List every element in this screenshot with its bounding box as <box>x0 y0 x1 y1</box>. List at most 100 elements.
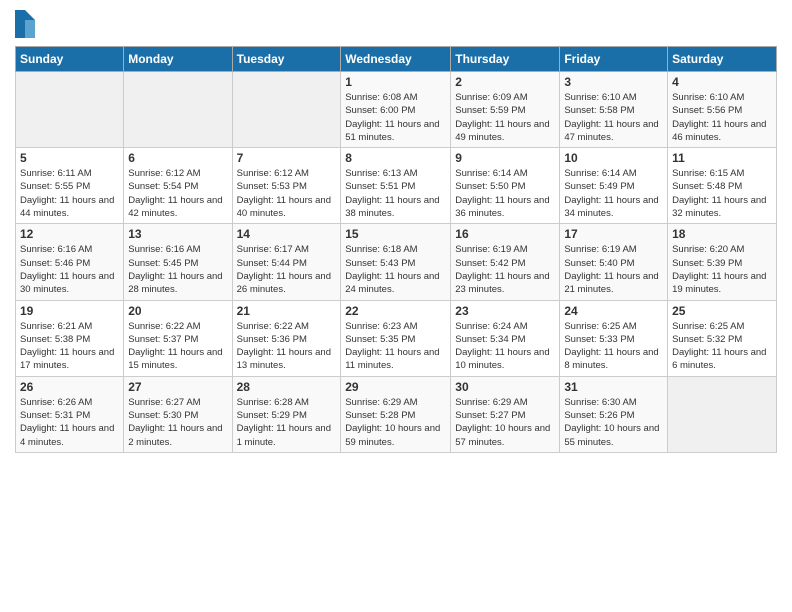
day-info: Sunrise: 6:29 AM Sunset: 5:27 PM Dayligh… <box>455 396 555 449</box>
day-number: 7 <box>237 151 337 165</box>
calendar-cell <box>232 72 341 148</box>
calendar-header-friday: Friday <box>560 47 668 72</box>
calendar-cell: 8 Sunrise: 6:13 AM Sunset: 5:51 PM Daylig… <box>341 148 451 224</box>
day-info: Sunrise: 6:28 AM Sunset: 5:29 PM Dayligh… <box>237 396 337 449</box>
day-number: 31 <box>564 380 663 394</box>
day-info: Sunrise: 6:27 AM Sunset: 5:30 PM Dayligh… <box>128 396 227 449</box>
day-number: 20 <box>128 304 227 318</box>
day-number: 12 <box>20 227 119 241</box>
calendar-cell: 12 Sunrise: 6:16 AM Sunset: 5:46 PM Dayli… <box>16 224 124 300</box>
logo <box>15 10 38 38</box>
day-number: 6 <box>128 151 227 165</box>
day-info: Sunrise: 6:25 AM Sunset: 5:33 PM Dayligh… <box>564 320 663 373</box>
calendar-page: SundayMondayTuesdayWednesdayThursdayFrid… <box>0 0 792 612</box>
day-number: 29 <box>345 380 446 394</box>
day-number: 10 <box>564 151 663 165</box>
day-info: Sunrise: 6:11 AM Sunset: 5:55 PM Dayligh… <box>20 167 119 220</box>
day-number: 30 <box>455 380 555 394</box>
calendar-table: SundayMondayTuesdayWednesdayThursdayFrid… <box>15 46 777 453</box>
day-info: Sunrise: 6:20 AM Sunset: 5:39 PM Dayligh… <box>672 243 772 296</box>
calendar-cell: 27 Sunrise: 6:27 AM Sunset: 5:30 PM Dayli… <box>124 376 232 452</box>
day-info: Sunrise: 6:19 AM Sunset: 5:42 PM Dayligh… <box>455 243 555 296</box>
calendar-cell: 18Sunrise: 6:20 AM Sunset: 5:39 PM Dayli… <box>668 224 777 300</box>
day-info: Sunrise: 6:12 AM Sunset: 5:54 PM Dayligh… <box>128 167 227 220</box>
calendar-week-row: 12 Sunrise: 6:16 AM Sunset: 5:46 PM Dayli… <box>16 224 777 300</box>
calendar-week-row: 19Sunrise: 6:21 AM Sunset: 5:38 PM Dayli… <box>16 300 777 376</box>
calendar-cell: 20 Sunrise: 6:22 AM Sunset: 5:37 PM Dayli… <box>124 300 232 376</box>
day-number: 22 <box>345 304 446 318</box>
day-info: Sunrise: 6:10 AM Sunset: 5:56 PM Dayligh… <box>672 91 772 144</box>
day-number: 8 <box>345 151 446 165</box>
calendar-cell: 7 Sunrise: 6:12 AM Sunset: 5:53 PM Daylig… <box>232 148 341 224</box>
calendar-cell: 19Sunrise: 6:21 AM Sunset: 5:38 PM Dayli… <box>16 300 124 376</box>
day-info: Sunrise: 6:23 AM Sunset: 5:35 PM Dayligh… <box>345 320 446 373</box>
day-info: Sunrise: 6:18 AM Sunset: 5:43 PM Dayligh… <box>345 243 446 296</box>
day-number: 15 <box>345 227 446 241</box>
calendar-cell: 4 Sunrise: 6:10 AM Sunset: 5:56 PM Daylig… <box>668 72 777 148</box>
calendar-cell: 13 Sunrise: 6:16 AM Sunset: 5:45 PM Dayli… <box>124 224 232 300</box>
day-number: 4 <box>672 75 772 89</box>
logo-icon <box>15 10 35 38</box>
day-number: 24 <box>564 304 663 318</box>
calendar-week-row: 5 Sunrise: 6:11 AM Sunset: 5:55 PM Daylig… <box>16 148 777 224</box>
calendar-cell: 24 Sunrise: 6:25 AM Sunset: 5:33 PM Dayli… <box>560 300 668 376</box>
day-info: Sunrise: 6:12 AM Sunset: 5:53 PM Dayligh… <box>237 167 337 220</box>
day-number: 3 <box>564 75 663 89</box>
calendar-week-row: 1Sunrise: 6:08 AM Sunset: 6:00 PM Daylig… <box>16 72 777 148</box>
calendar-cell <box>668 376 777 452</box>
calendar-header-saturday: Saturday <box>668 47 777 72</box>
calendar-cell: 31 Sunrise: 6:30 AM Sunset: 5:26 PM Dayli… <box>560 376 668 452</box>
calendar-header-sunday: Sunday <box>16 47 124 72</box>
day-number: 17 <box>564 227 663 241</box>
day-info: Sunrise: 6:22 AM Sunset: 5:37 PM Dayligh… <box>128 320 227 373</box>
calendar-cell: 30 Sunrise: 6:29 AM Sunset: 5:27 PM Dayli… <box>451 376 560 452</box>
calendar-cell: 23 Sunrise: 6:24 AM Sunset: 5:34 PM Dayli… <box>451 300 560 376</box>
calendar-cell: 6 Sunrise: 6:12 AM Sunset: 5:54 PM Daylig… <box>124 148 232 224</box>
day-info: Sunrise: 6:13 AM Sunset: 5:51 PM Dayligh… <box>345 167 446 220</box>
calendar-cell: 9 Sunrise: 6:14 AM Sunset: 5:50 PM Daylig… <box>451 148 560 224</box>
calendar-header-thursday: Thursday <box>451 47 560 72</box>
day-info: Sunrise: 6:14 AM Sunset: 5:50 PM Dayligh… <box>455 167 555 220</box>
calendar-cell: 21 Sunrise: 6:22 AM Sunset: 5:36 PM Dayli… <box>232 300 341 376</box>
calendar-cell: 3 Sunrise: 6:10 AM Sunset: 5:58 PM Daylig… <box>560 72 668 148</box>
day-number: 16 <box>455 227 555 241</box>
calendar-header-row: SundayMondayTuesdayWednesdayThursdayFrid… <box>16 47 777 72</box>
calendar-cell <box>124 72 232 148</box>
day-info: Sunrise: 6:30 AM Sunset: 5:26 PM Dayligh… <box>564 396 663 449</box>
day-number: 9 <box>455 151 555 165</box>
calendar-cell: 17 Sunrise: 6:19 AM Sunset: 5:40 PM Dayli… <box>560 224 668 300</box>
day-info: Sunrise: 6:17 AM Sunset: 5:44 PM Dayligh… <box>237 243 337 296</box>
day-info: Sunrise: 6:22 AM Sunset: 5:36 PM Dayligh… <box>237 320 337 373</box>
calendar-cell: 22 Sunrise: 6:23 AM Sunset: 5:35 PM Dayli… <box>341 300 451 376</box>
calendar-cell <box>16 72 124 148</box>
calendar-cell: 11Sunrise: 6:15 AM Sunset: 5:48 PM Dayli… <box>668 148 777 224</box>
calendar-cell: 1Sunrise: 6:08 AM Sunset: 6:00 PM Daylig… <box>341 72 451 148</box>
day-number: 21 <box>237 304 337 318</box>
day-number: 25 <box>672 304 772 318</box>
calendar-header-wednesday: Wednesday <box>341 47 451 72</box>
day-info: Sunrise: 6:16 AM Sunset: 5:46 PM Dayligh… <box>20 243 119 296</box>
day-info: Sunrise: 6:24 AM Sunset: 5:34 PM Dayligh… <box>455 320 555 373</box>
day-number: 11 <box>672 151 772 165</box>
day-number: 28 <box>237 380 337 394</box>
day-info: Sunrise: 6:19 AM Sunset: 5:40 PM Dayligh… <box>564 243 663 296</box>
day-info: Sunrise: 6:26 AM Sunset: 5:31 PM Dayligh… <box>20 396 119 449</box>
day-info: Sunrise: 6:16 AM Sunset: 5:45 PM Dayligh… <box>128 243 227 296</box>
day-info: Sunrise: 6:29 AM Sunset: 5:28 PM Dayligh… <box>345 396 446 449</box>
day-number: 5 <box>20 151 119 165</box>
day-number: 26 <box>20 380 119 394</box>
calendar-week-row: 26 Sunrise: 6:26 AM Sunset: 5:31 PM Dayli… <box>16 376 777 452</box>
day-number: 27 <box>128 380 227 394</box>
calendar-header-monday: Monday <box>124 47 232 72</box>
day-number: 23 <box>455 304 555 318</box>
calendar-header-tuesday: Tuesday <box>232 47 341 72</box>
day-number: 13 <box>128 227 227 241</box>
day-number: 14 <box>237 227 337 241</box>
day-number: 1 <box>345 75 446 89</box>
calendar-cell: 14 Sunrise: 6:17 AM Sunset: 5:44 PM Dayli… <box>232 224 341 300</box>
day-number: 2 <box>455 75 555 89</box>
calendar-cell: 29 Sunrise: 6:29 AM Sunset: 5:28 PM Dayli… <box>341 376 451 452</box>
calendar-cell: 10Sunrise: 6:14 AM Sunset: 5:49 PM Dayli… <box>560 148 668 224</box>
day-info: Sunrise: 6:10 AM Sunset: 5:58 PM Dayligh… <box>564 91 663 144</box>
calendar-cell: 15 Sunrise: 6:18 AM Sunset: 5:43 PM Dayli… <box>341 224 451 300</box>
